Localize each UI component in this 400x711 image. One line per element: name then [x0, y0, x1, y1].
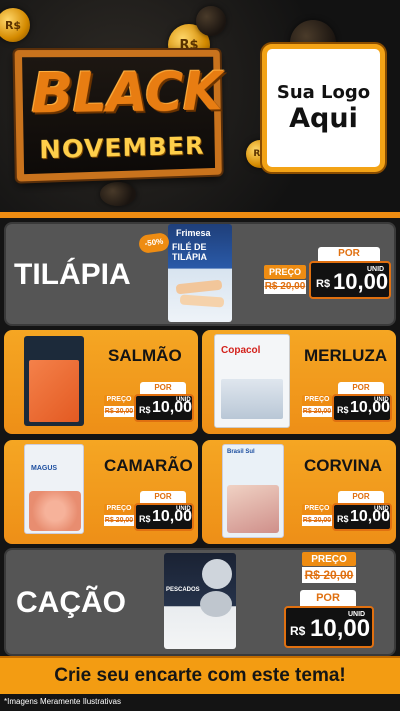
product-name: CAÇÃO	[16, 586, 126, 619]
product-name: TILÁPIA	[14, 258, 131, 291]
price-label: PREÇO	[264, 265, 306, 279]
tilapia-package-image: Frimesa FILÉ DE TILÁPIA	[168, 224, 232, 322]
price-label: PREÇO	[302, 504, 332, 515]
coin-icon	[196, 6, 226, 36]
banner-subtitle: NOVEMBER	[38, 131, 205, 165]
package-brand: MAGUS	[31, 465, 58, 472]
por-label: POR	[338, 491, 384, 503]
cta-text: Crie seu encarte com este tema!	[54, 665, 346, 686]
coin-icon	[100, 182, 136, 206]
product-name: MERLUZA	[304, 346, 388, 365]
old-price: R$ 20,00	[302, 567, 356, 583]
banner-title: BLACK	[30, 60, 223, 126]
current-price: R$ 10,00 UNID	[284, 606, 374, 648]
fish-steak-shape	[227, 485, 279, 533]
old-price: R$ 20,00	[264, 280, 306, 294]
disclaimer-text: *Imagens Meramente Ilustrativas	[4, 697, 121, 706]
header-banner: R$ R$ R$ BLACK NOVEMBER Sua Logo Aqui	[0, 0, 400, 215]
por-label: POR	[338, 382, 384, 394]
camarao-package-image: MAGUS	[24, 444, 84, 534]
price-label: PREÇO	[104, 504, 134, 515]
fish-steak-shape	[202, 559, 232, 589]
logo-text-line2: Aqui	[289, 103, 358, 134]
header-divider	[0, 212, 400, 218]
current-price: R$ 10,00 UNID	[332, 394, 392, 422]
package-brand: Brasil Sul	[227, 449, 255, 455]
old-price: R$ 20,00	[302, 406, 332, 417]
logo-placeholder[interactable]: Sua Logo Aqui	[262, 44, 385, 172]
fish-fillet-shape	[221, 379, 283, 419]
cta-banner[interactable]: Crie seu encarte com este tema!	[0, 656, 400, 694]
product-name: SALMÃO	[108, 346, 182, 365]
price-label: PREÇO	[302, 395, 332, 406]
black-november-sign: BLACK NOVEMBER	[14, 49, 223, 182]
product-name: CORVINA	[304, 456, 383, 475]
fish-fillet-shape	[175, 279, 223, 295]
por-label: POR	[140, 382, 186, 394]
current-price: R$ 10,00 UNID	[309, 261, 391, 299]
package-title: FILÉ DE TILÁPIA	[172, 242, 207, 262]
por-label: POR	[140, 491, 186, 503]
corvina-package-image: Brasil Sul	[222, 444, 284, 538]
price-label: PREÇO	[104, 395, 134, 406]
logo-text-line1: Sua Logo	[276, 82, 371, 103]
package-brand: Frimesa	[176, 228, 211, 238]
current-price: R$ 10,00 UNID	[332, 503, 392, 531]
salmon-fillet-shape	[29, 360, 79, 422]
coin-icon: R$	[0, 8, 30, 42]
old-price: R$ 20,00	[104, 515, 134, 526]
current-price: R$ 10,00 UNID	[134, 394, 194, 422]
price-label: PREÇO	[302, 552, 356, 566]
shrimp-shape	[29, 491, 81, 531]
por-label: POR	[300, 590, 356, 606]
old-price: R$ 20,00	[104, 406, 134, 417]
cacao-package-image: PESCADOS	[164, 553, 236, 649]
fish-steak-shape	[200, 591, 232, 617]
package-brand: Copacol	[221, 345, 261, 356]
merluza-package-image: Copacol	[214, 334, 290, 428]
current-price: R$ 10,00 UNID	[134, 503, 194, 531]
package-title: PESCADOS	[166, 587, 200, 593]
old-price: R$ 20,00	[302, 515, 332, 526]
salmon-package-image	[24, 336, 84, 426]
por-label: POR	[318, 247, 380, 261]
fish-fillet-shape	[179, 294, 225, 308]
product-name: CAMARÃO	[104, 456, 193, 475]
